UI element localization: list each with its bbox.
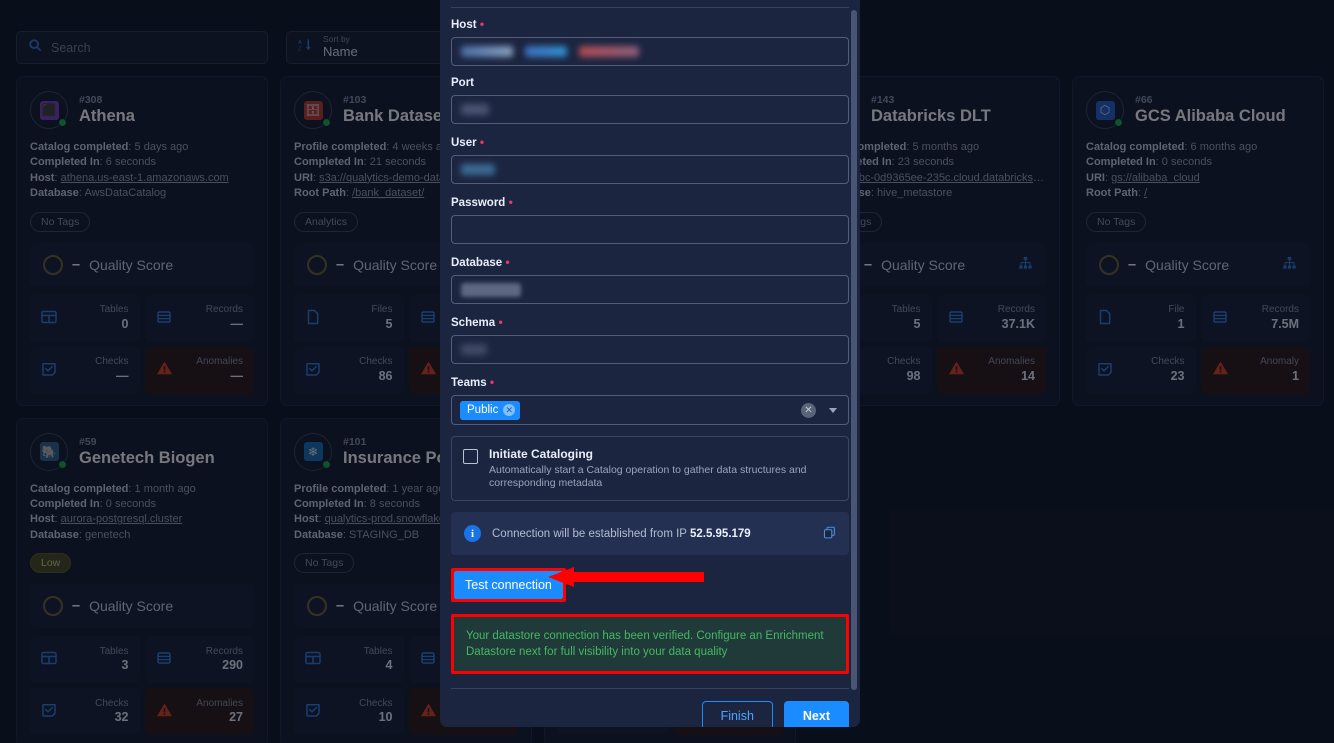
required-marker: • <box>505 195 513 209</box>
initiate-cataloging-option[interactable]: Initiate Cataloging Automatically start … <box>451 436 849 501</box>
password-field: Password • <box>451 195 849 244</box>
modal-scroll-content: Host • Port User • Password • Database •… <box>440 0 860 727</box>
next-button[interactable]: Next <box>783 701 849 727</box>
password-input[interactable] <box>451 215 849 244</box>
modal-scrollbar[interactable] <box>851 0 857 727</box>
database-value-blurred <box>461 282 521 297</box>
password-label: Password • <box>451 195 513 209</box>
connection-success-message: Your datastore connection has been verif… <box>454 617 846 671</box>
test-connection-button[interactable]: Test connection <box>454 571 563 599</box>
required-marker: • <box>476 135 485 149</box>
user-input[interactable] <box>451 155 849 184</box>
red-arrow-pointing-left <box>548 567 704 587</box>
schema-field: Schema • <box>451 315 849 364</box>
required-marker: • <box>502 255 510 269</box>
initiate-cataloging-description: Automatically start a Catalog operation … <box>489 464 807 489</box>
port-field: Port <box>451 77 849 124</box>
database-input[interactable] <box>451 275 849 304</box>
host-value-blurred <box>461 46 513 57</box>
initiate-cataloging-title: Initiate Cataloging <box>489 447 594 461</box>
teams-label: Teams • <box>451 375 495 389</box>
teams-field: Teams • Public ✕ ✕ <box>451 375 849 425</box>
ip-address: 52.5.95.179 <box>689 527 751 540</box>
success-message-highlight: Your datastore connection has been verif… <box>451 614 849 674</box>
app-root: Search A Z Sort by Name ⬛#308Ath <box>0 0 1334 743</box>
port-label: Port <box>451 77 474 89</box>
port-input[interactable] <box>451 95 849 124</box>
modal-top-divider <box>451 7 849 8</box>
chevron-down-icon[interactable] <box>829 407 837 413</box>
user-value-blurred <box>461 164 495 175</box>
copy-icon[interactable] <box>823 526 836 542</box>
datastore-connection-modal: Host • Port User • Password • Database •… <box>440 0 860 727</box>
ip-notice-text: Connection will be established from IP 5… <box>492 527 751 540</box>
initiate-cataloging-checkbox[interactable] <box>463 449 478 464</box>
teams-select[interactable]: Public ✕ ✕ <box>451 395 849 425</box>
chip-close-icon[interactable]: ✕ <box>503 404 516 416</box>
schema-label: Schema • <box>451 315 503 329</box>
modal-action-bar: Finish Next <box>451 701 849 727</box>
database-field: Database • <box>451 255 849 304</box>
database-label: Database • <box>451 255 510 269</box>
finish-button[interactable]: Finish <box>701 701 773 727</box>
modal-scrollbar-thumb[interactable] <box>851 10 857 690</box>
required-marker: • <box>486 375 495 389</box>
modal-bottom-divider <box>451 688 849 689</box>
ip-notice: i Connection will be established from IP… <box>451 512 849 555</box>
required-marker: • <box>476 17 485 31</box>
team-chip-public[interactable]: Public ✕ <box>460 400 521 420</box>
info-icon: i <box>464 525 481 542</box>
host-value-blurred-3 <box>579 46 639 57</box>
port-value-blurred <box>461 104 489 115</box>
required-marker: • <box>495 315 503 329</box>
user-label: User • <box>451 135 485 149</box>
team-chip-label: Public <box>467 404 499 416</box>
clear-all-icon[interactable]: ✕ <box>801 402 816 418</box>
host-input[interactable] <box>451 37 849 66</box>
host-field: Host • <box>451 17 849 66</box>
host-value-blurred-2 <box>525 46 567 57</box>
host-label: Host • <box>451 17 485 31</box>
schema-input[interactable] <box>451 335 849 364</box>
user-field: User • <box>451 135 849 184</box>
schema-value-blurred <box>461 344 487 355</box>
